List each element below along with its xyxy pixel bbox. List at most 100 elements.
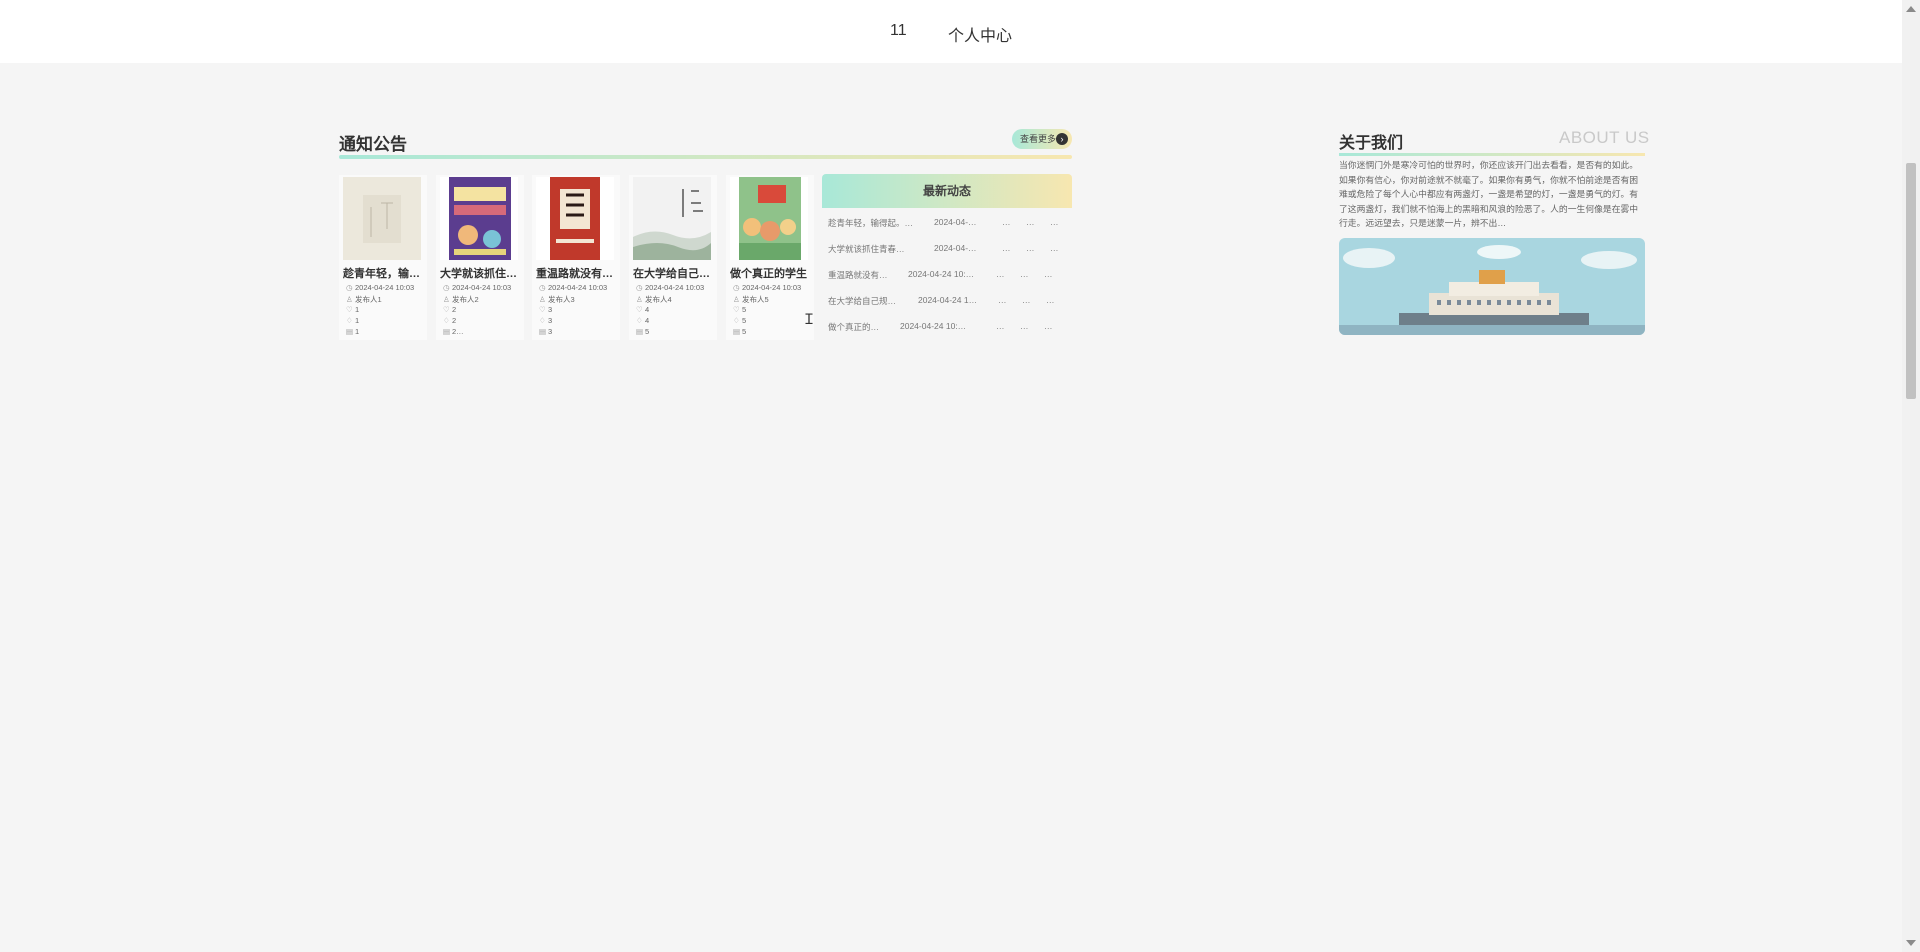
nav-item-profile[interactable]: 个人中心 (948, 22, 1012, 46)
news-row-title: 做个真正的… (828, 322, 880, 332)
book-cover-image (343, 177, 421, 260)
card-stat-views: 3 (548, 327, 553, 336)
news-row-date: 2024-04-24 10:… (908, 269, 975, 279)
card-stat-dislikes: 1 (355, 316, 360, 325)
like-icon: ♡ (443, 305, 450, 314)
card-stat-views: 5 (742, 327, 747, 336)
dislike-icon: ♢ (636, 316, 643, 325)
news-row[interactable]: 做个真正的… 2024-04-24 10:… … … … (828, 318, 1072, 336)
notice-card[interactable]: 做个真正的学生 ◷ 2024-04-24 10:03 ♙ 发布人5 ♡ 5 ♢ 5 ▤ 5 (726, 175, 814, 340)
latest-news-panel: 最新动态 趁青年轻，输得起。… 2024-04-… … … … 大学就该抓住青春… (822, 174, 1072, 340)
user-icon: ♙ (443, 295, 450, 304)
view-more-label: 查看更多 (1020, 134, 1057, 144)
book-cover-image (633, 177, 711, 260)
scrollbar-thumb[interactable] (1906, 163, 1916, 399)
clock-icon: ◷ (443, 283, 450, 292)
news-row-views: … (1044, 269, 1053, 279)
card-title: 在大学给自己… (633, 268, 710, 280)
notice-card[interactable]: 大学就该抓住… ◷ 2024-04-24 10:03 ♙ 发布人2 ♡ 2 ♢ 2 ▤ 2… (436, 175, 524, 340)
card-title: 做个真正的学生 (730, 268, 807, 280)
news-row-date: 2024-04-24 1… (918, 295, 978, 305)
news-row[interactable]: 重温路就没有… 2024-04-24 10:… … … … (828, 266, 1072, 284)
book-cover-image (536, 177, 614, 260)
news-row[interactable]: 在大学给自己规… 2024-04-24 1… … … … (828, 292, 1072, 310)
about-title: 关于我们 (1339, 135, 1404, 152)
dislike-icon: ♢ (733, 316, 740, 325)
card-stat-views: 2… (452, 327, 464, 336)
arrow-right-icon: › (1056, 133, 1068, 145)
card-stat-dislikes: 2 (452, 316, 457, 325)
news-row-date: 2024-04-… (934, 217, 977, 227)
like-icon: ♡ (636, 305, 643, 314)
card-date: 2024-04-24 10:03 (548, 283, 608, 292)
news-row-views: … (1050, 217, 1059, 227)
card-stat-likes: 3 (548, 305, 553, 314)
latest-news-title: 最新动态 (822, 174, 1072, 208)
scroll-down-arrow-icon[interactable] (1906, 940, 1916, 946)
news-row-date: 2024-04-24 10:… (900, 321, 967, 331)
user-icon: ♙ (539, 295, 546, 304)
notice-card[interactable]: 在大学给自己… ◷ 2024-04-24 10:03 ♙ 发布人4 ♡ 4 ♢ 4 ▤ 5 (629, 175, 717, 340)
dislike-icon: ♢ (346, 316, 353, 325)
card-publisher: 发布人2 (452, 295, 479, 304)
card-publisher: 发布人5 (742, 295, 769, 304)
about-title-en: ABOUT US (1559, 128, 1650, 147)
news-row-dislikes: … (1020, 321, 1029, 331)
nav-item-user[interactable]: 11 (890, 22, 907, 40)
view-icon: ▤ (346, 327, 354, 336)
news-row-dislikes: … (1020, 269, 1029, 279)
news-row[interactable]: 大学就该抓住青春… 2024-04-… … … … (828, 240, 1072, 258)
news-row[interactable]: 趁青年轻，输得起。… 2024-04-… … … … (828, 214, 1072, 232)
card-stat-dislikes: 3 (548, 316, 553, 325)
about-text: 当你迷惘门外是寒冷可怕的世界时，你还应该开门出去看看，是否有的如此。如果你有信心… (1339, 160, 1639, 229)
view-more-button[interactable]: 查看更多 › (1012, 129, 1072, 149)
news-row-date: 2024-04-… (934, 243, 977, 253)
card-stat-dislikes: 5 (742, 316, 747, 325)
card-date: 2024-04-24 10:03 (742, 283, 802, 292)
card-title: 重温路就没有… (536, 268, 613, 280)
card-publisher: 发布人1 (355, 295, 382, 304)
notice-divider (339, 155, 1072, 159)
news-row-likes: … (1002, 217, 1011, 227)
clock-icon: ◷ (539, 283, 546, 292)
notice-card[interactable]: 重温路就没有… ◷ 2024-04-24 10:03 ♙ 发布人3 ♡ 3 ♢ 3 ▤ 3 (532, 175, 620, 340)
news-row-title: 大学就该抓住青春… (828, 244, 905, 254)
book-cover-image (440, 177, 518, 260)
news-row-likes: … (998, 295, 1007, 305)
card-stat-dislikes: 4 (645, 316, 650, 325)
scroll-up-arrow-icon[interactable] (1906, 6, 1916, 12)
news-row-dislikes: … (1026, 243, 1035, 253)
user-icon: ♙ (636, 295, 643, 304)
text-cursor-icon: Ｉ (802, 311, 816, 327)
user-icon: ♙ (733, 295, 740, 304)
news-row-likes: … (996, 269, 1005, 279)
card-title: 趁青年轻，输… (343, 268, 420, 280)
news-row-likes: … (996, 321, 1005, 331)
like-icon: ♡ (539, 305, 546, 314)
card-date: 2024-04-24 10:03 (645, 283, 705, 292)
card-stat-likes: 4 (645, 305, 650, 314)
like-icon: ♡ (733, 305, 740, 314)
news-row-views: … (1046, 295, 1055, 305)
card-stat-likes: 2 (452, 305, 457, 314)
card-publisher: 发布人4 (645, 295, 672, 304)
card-publisher: 发布人3 (548, 295, 575, 304)
news-row-title: 在大学给自己规… (828, 296, 897, 306)
dislike-icon: ♢ (443, 316, 450, 325)
clock-icon: ◷ (636, 283, 643, 292)
news-row-views: … (1044, 321, 1053, 331)
view-icon: ▤ (539, 327, 547, 336)
news-row-dislikes: … (1026, 217, 1035, 227)
news-row-title: 重温路就没有… (828, 270, 888, 280)
dislike-icon: ♢ (539, 316, 546, 325)
view-icon: ▤ (733, 327, 741, 336)
top-nav: 11 个人中心 (0, 0, 1902, 63)
card-title: 大学就该抓住… (440, 268, 517, 280)
book-cover-image (730, 177, 808, 260)
view-icon: ▤ (443, 327, 451, 336)
news-row-title: 趁青年轻，输得起。… (828, 218, 914, 228)
page-scrollbar[interactable] (1902, 0, 1920, 952)
news-row-dislikes: … (1022, 295, 1031, 305)
user-icon: ♙ (346, 295, 353, 304)
notice-card[interactable]: 趁青年轻，输… ◷ 2024-04-24 10:03 ♙ 发布人1 ♡ 1 ♢ 1 ▤ 1 (339, 175, 427, 340)
